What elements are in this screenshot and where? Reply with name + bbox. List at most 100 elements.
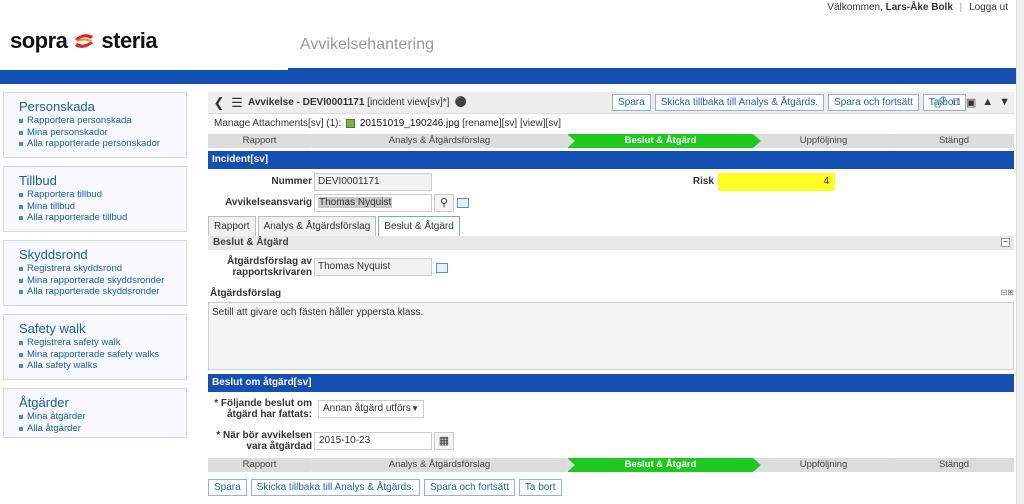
sidebar-link[interactable]: Alla rapporterade tillbud [19, 212, 186, 224]
sidebar-link[interactable]: Mina rapporterade skyddsronder [19, 275, 186, 287]
sidebar-group-title: Skyddsrond [19, 247, 88, 262]
hamburger-icon[interactable]: ☰ [230, 95, 244, 111]
link-icon[interactable]: 🔗 [933, 96, 947, 109]
sidebar-link[interactable]: Alla rapporterade personskador [19, 138, 186, 150]
decision-label: * Följande beslut om åtgärd har fattats: [214, 398, 312, 420]
step-beslut: Beslut & Åtgärd [568, 134, 761, 148]
step-uppfoljning: Uppföljning [754, 134, 901, 148]
page-scrollbar[interactable] [1016, 0, 1024, 504]
step-stangd: Stängd [938, 459, 970, 470]
owner-label: Avvikelseansvarig [225, 197, 312, 208]
tab-rapport[interactable]: Rapport [208, 216, 256, 237]
step-rapport: Rapport [208, 134, 319, 148]
user-bar: Välkommen, Lars-Åke Bolk | Logga ut [827, 2, 1008, 13]
logo-text-right: steria [101, 28, 158, 53]
risk-label: Risk [692, 176, 714, 187]
sidebar-link[interactable]: Mina åtgärder [19, 411, 186, 423]
sidebar-link[interactable]: Mina personskador [19, 127, 186, 139]
record-title-view: [incident view[sv]*] [364, 97, 450, 108]
sidebar-link[interactable]: Rapportera personskada [19, 115, 186, 127]
step-stangd: Stängd [938, 135, 970, 146]
number-label: Nummer [271, 176, 312, 187]
sidebar-group-safety-walk: Safety walk Registrera safety walk Mina … [3, 314, 187, 380]
proposal-textarea[interactable]: Setill att givare och fästen håller yppe… [208, 302, 1014, 370]
user-card-icon[interactable] [436, 263, 448, 273]
chevron-down-icon: ▼ [411, 404, 419, 413]
user-name: Lars-Åke Bolk [885, 2, 953, 13]
sidebar-link[interactable]: Rapportera tillbud [19, 189, 186, 201]
attachment-file-link[interactable]: 20151019_190246.jpg [360, 118, 460, 129]
attachments-row: Manage Attachments[sv] (1): 20151019_190… [214, 118, 561, 129]
sidebar-group-personskada: Personskada Rapportera personskada Mina … [3, 92, 187, 158]
beslut-subheader: Beslut & Åtgärd – [208, 236, 1014, 250]
sidebar-group-atgarder: Åtgärder Mina åtgärder Alla åtgärder [3, 388, 187, 438]
sidebar-link[interactable]: Alla safety walks [19, 360, 186, 372]
date-input[interactable]: 2015-10-23 [314, 432, 432, 450]
sidebar-group-title: Tillbud [19, 173, 57, 188]
arrow-down-icon[interactable]: ▼ [999, 96, 1010, 109]
workflow-steps-bottom: Rapport Analys & Åtgärdsförslag Beslut &… [208, 458, 1014, 472]
record-title-main: Avvikelse - DEVI0001171 [248, 97, 365, 108]
header-blue-bar [0, 68, 1016, 84]
sidebar-link[interactable]: Alla rapporterade skyddsronder [19, 286, 186, 298]
sidebar-group-title: Safety walk [19, 321, 86, 336]
sidebar-link[interactable]: Mina tillbud [19, 201, 186, 213]
decision-section-header: Beslut om åtgärd[sv] [208, 374, 1014, 392]
proposal-by-label: Åtgärdsförslag av rapportskrivaren [226, 256, 312, 278]
send-back-button[interactable]: Skicka tillbaka till Analys & Åtgärds. [250, 479, 420, 496]
date-label: * När bör avvikelsen vara åtgärdad [216, 430, 312, 452]
sidebar-group-title: Åtgärder [19, 395, 69, 410]
step-analys: Analys & Åtgärdsförslag [312, 134, 575, 148]
step-analys: Analys & Åtgärdsförslag [312, 458, 575, 472]
folder-icon[interactable]: □ [953, 96, 960, 109]
calendar-icon[interactable]: ▦ [434, 432, 454, 450]
risk-value: 4 [718, 173, 835, 191]
proposal-label: Åtgärdsförslag [210, 288, 282, 299]
attachments-label: Manage Attachments[sv] (1): [214, 118, 342, 129]
image-file-icon [346, 118, 356, 128]
sidebar-link[interactable]: Registrera safety walk [19, 337, 186, 349]
save-continue-button[interactable]: Spara och fortsätt [827, 94, 919, 111]
send-back-button[interactable]: Skicka tillbaka till Analys & Åtgärds. [654, 94, 824, 111]
owner-field[interactable]: Thomas Nyquist [314, 194, 432, 212]
collapse-icon[interactable]: – [1001, 238, 1010, 247]
user-card-icon[interactable] [457, 198, 469, 208]
record-titlebar: ❮ ☰ Avvikelse - DEVI0001171 [incident vi… [208, 92, 1014, 114]
sidebar-group-title: Personskada [19, 99, 95, 114]
bottom-button-bar: Spara Skicka tillbaka till Analys & Åtgä… [208, 479, 562, 496]
save-continue-button[interactable]: Spara och fortsätt [423, 479, 515, 496]
save-button[interactable]: Spara [208, 479, 247, 496]
tag-icon[interactable]: ⚫ [454, 97, 466, 108]
arrow-up-icon[interactable]: ▲ [982, 96, 993, 109]
decision-select[interactable]: Annan åtgärd utförs ▼ [318, 400, 424, 418]
app-title: Avvikelsehantering [300, 36, 435, 53]
step-uppfoljning: Uppföljning [754, 458, 901, 472]
search-icon[interactable]: ⚲ [434, 194, 454, 212]
step-rapport: Rapport [208, 458, 319, 472]
sidebar-link[interactable]: Registrera skyddsrond [19, 263, 186, 275]
logout-link[interactable]: Logga ut [969, 2, 1008, 13]
number-field: DEVI0001171 [314, 173, 432, 191]
sopra-steria-logo: sopra steria [10, 28, 158, 54]
sidebar-link[interactable]: Alla åtgärder [19, 423, 186, 435]
attachment-actions[interactable]: [rename][sv] [view][sv] [462, 118, 561, 129]
logo-text-left: sopra [10, 28, 68, 53]
beslut-subheader-title: Beslut & Åtgärd [213, 237, 289, 248]
decision-select-value: Annan åtgärd utförs [323, 403, 411, 414]
logo-mark-icon [75, 34, 94, 48]
detail-tabs: Rapport Analys & Åtgärdsförslag Beslut &… [208, 216, 460, 237]
save-button[interactable]: Spara [612, 94, 651, 111]
tab-beslut[interactable]: Beslut & Åtgärd [378, 216, 460, 237]
delete-button[interactable]: Ta bort [518, 479, 562, 496]
sidebar-group-tillbud: Tillbud Rapportera tillbud Mina tillbud … [3, 166, 187, 232]
proposal-by-field: Thomas Nyquist [314, 258, 432, 276]
step-beslut: Beslut & Åtgärd [568, 458, 761, 472]
sidebar-link[interactable]: Mina rapporterade safety walks [19, 349, 186, 361]
owner-value: Thomas Nyquist [318, 197, 393, 208]
expand-collapse-icon[interactable]: ⊟⊞ [1001, 288, 1014, 297]
chevron-left-icon[interactable]: ❮ [212, 95, 226, 111]
sidebar-group-skyddsrond: Skyddsrond Registrera skyddsrond Mina ra… [3, 240, 187, 306]
folder-open-icon[interactable]: ▣ [966, 96, 976, 109]
record-title: Avvikelse - DEVI0001171 [incident view[s… [248, 97, 449, 108]
tab-analys[interactable]: Analys & Åtgärdsförslag [257, 216, 377, 237]
